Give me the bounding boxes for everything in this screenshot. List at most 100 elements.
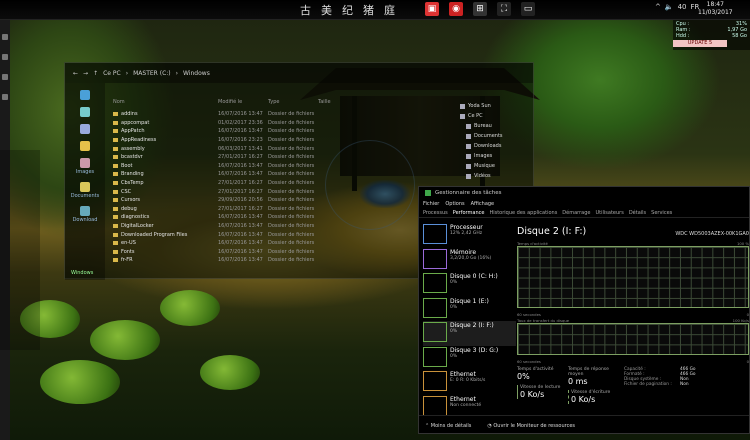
table-row[interactable]: diagnostics 16/07/2016 13:47 Dossier de fi… bbox=[113, 213, 443, 222]
resource-detail: Non connecté bbox=[450, 402, 482, 408]
volume-icon[interactable]: 🔈 bbox=[665, 3, 674, 11]
sidebar-label: Images bbox=[75, 169, 95, 175]
table-row[interactable]: fr-FR 16/07/2016 13:47 Dossier de fichiers bbox=[113, 256, 443, 265]
resource-item[interactable]: Disque 1 (E:) 0% bbox=[423, 297, 516, 322]
tab[interactable]: Services bbox=[651, 210, 672, 216]
sidebar-icon[interactable] bbox=[80, 90, 90, 100]
window-title: Gestionnaire des tâches bbox=[435, 190, 502, 196]
nav-item[interactable]: Images bbox=[460, 151, 535, 161]
table-row[interactable]: Downloaded Program Files 16/07/2016 13:47… bbox=[113, 230, 443, 239]
monitor-icon[interactable]: ▭ bbox=[521, 2, 535, 16]
nav-item[interactable]: Musique bbox=[460, 161, 535, 171]
sidebar-icon[interactable] bbox=[80, 158, 90, 168]
table-row[interactable]: Branding 16/07/2016 13:47 Dossier de fichi… bbox=[113, 170, 443, 179]
resource-list: Processeur 12% 2,42 GHz Mémoire 3,2/20,0 Go… bbox=[423, 223, 516, 419]
file-type: Dossier de fichiers bbox=[268, 223, 315, 230]
nav-item[interactable]: Bureau bbox=[460, 121, 535, 131]
nav-item[interactable]: Documents bbox=[460, 131, 535, 141]
graph-zero: 0 bbox=[746, 312, 749, 317]
tab[interactable]: Démarrage bbox=[562, 210, 590, 216]
less-details-button[interactable]: ⌃ Moins de détails bbox=[425, 423, 471, 429]
store-icon[interactable]: ⛶ bbox=[497, 2, 511, 16]
navigation-pane: Yoda Sun Ce PC Bureau Documents Downloads Ima… bbox=[460, 101, 535, 181]
sidebar-icon[interactable] bbox=[80, 141, 90, 151]
resource-item[interactable]: Mémoire 3,2/20,0 Go (16%) bbox=[423, 248, 516, 273]
resource-item[interactable]: Processeur 12% 2,42 GHz bbox=[423, 223, 516, 248]
folder-icon bbox=[113, 172, 118, 177]
resource-item[interactable]: Disque 0 (C: H:) 0% bbox=[423, 272, 516, 297]
breadcrumb-item[interactable]: Ce PC bbox=[103, 70, 121, 77]
menu-item[interactable]: Fichier bbox=[423, 201, 439, 207]
sidebar-icon[interactable] bbox=[80, 182, 90, 192]
table-row[interactable]: addins 16/07/2016 13:47 Dossier de fichier… bbox=[113, 110, 443, 119]
resource-item[interactable]: Ethernet E: 0 R: 0 Kbits/s bbox=[423, 370, 516, 395]
lotus-leaf bbox=[40, 360, 120, 404]
breadcrumb-item[interactable]: MASTER (C:) bbox=[133, 70, 171, 77]
back-arrow-icon[interactable]: ← bbox=[73, 70, 78, 77]
file-name: CSC bbox=[121, 188, 132, 195]
sidebar-icon[interactable] bbox=[80, 206, 90, 216]
app-icon[interactable]: ◉ bbox=[449, 2, 463, 16]
tab[interactable]: Performance bbox=[453, 210, 485, 216]
nav-icon bbox=[466, 133, 471, 139]
up-arrow-icon[interactable]: ↑ bbox=[93, 70, 98, 77]
table-row[interactable]: en-US 16/07/2016 13:47 Dossier de fichiers bbox=[113, 239, 443, 248]
forward-arrow-icon[interactable]: → bbox=[83, 70, 88, 77]
app-icon[interactable]: ▣ bbox=[425, 2, 439, 16]
glyph-item[interactable]: 猪 bbox=[363, 2, 374, 18]
glyph-item[interactable]: 庭 bbox=[384, 2, 395, 18]
file-date: 16/07/2016 13:47 bbox=[218, 128, 263, 135]
table-row[interactable]: debug 27/01/2017 16:27 Dossier de fichiers bbox=[113, 205, 443, 214]
table-row[interactable]: appcompat 01/02/2017 23:36 Dossier de fich… bbox=[113, 119, 443, 128]
windows-icon[interactable]: ⊞ bbox=[473, 2, 487, 16]
open-resource-monitor-link[interactable]: ◔ Ouvrir le Moniteur de ressources bbox=[487, 423, 575, 429]
file-name: AppReadiness bbox=[121, 137, 157, 144]
sidebar-icon[interactable] bbox=[80, 107, 90, 117]
table-row[interactable]: DigitalLocker 16/07/2016 13:47 Dossier de … bbox=[113, 222, 443, 231]
disk-model: WDC WD5003AZEX-00K1GA0 bbox=[675, 231, 749, 237]
nav-item[interactable]: Yoda Sun bbox=[460, 101, 535, 111]
menu-item[interactable]: Options bbox=[445, 201, 464, 207]
tab[interactable]: Historique des applications bbox=[489, 210, 557, 216]
nav-item[interactable]: Ce PC bbox=[460, 111, 535, 121]
address-bar[interactable]: ← → ↑ Ce PC › MASTER (C:) › Windows bbox=[65, 63, 533, 83]
resource-detail: 3,2/20,0 Go (16%) bbox=[450, 255, 492, 261]
taskbar-icons: ▣ ◉ ⊞ ⛶ ▭ bbox=[425, 2, 535, 16]
table-row[interactable]: bcastdvr 27/01/2017 16:27 Dossier de fichi… bbox=[113, 153, 443, 162]
file-type: Dossier de fichiers bbox=[268, 240, 315, 247]
sidebar-icon[interactable] bbox=[80, 124, 90, 134]
glyph-item[interactable]: 纪 bbox=[342, 2, 353, 18]
nav-item[interactable]: Downloads bbox=[460, 141, 535, 151]
resource-item[interactable]: Disque 2 (I: F:) 0% bbox=[423, 321, 516, 346]
table-row[interactable]: CSC 27/01/2017 16:27 Dossier de fichiers bbox=[113, 187, 443, 196]
resource-item[interactable]: Disque 3 (D: G:) 0% bbox=[423, 346, 516, 371]
table-row[interactable]: Cursors 29/09/2016 20:56 Dossier de fichie… bbox=[113, 196, 443, 205]
table-row[interactable]: Boot 16/07/2016 13:47 Dossier de fichiers bbox=[113, 162, 443, 171]
property-value: Non bbox=[680, 382, 689, 387]
table-row[interactable]: AppReadiness 16/07/2016 23:23 Dossier de f… bbox=[113, 136, 443, 145]
graph-zero: 0 bbox=[746, 359, 749, 364]
column-header[interactable]: Nom bbox=[113, 99, 218, 105]
file-name: appcompat bbox=[121, 119, 150, 126]
column-header[interactable]: Taille bbox=[318, 99, 368, 105]
glyph-item[interactable]: 古 bbox=[300, 2, 311, 18]
column-header[interactable]: Type bbox=[268, 99, 318, 105]
column-header[interactable]: Modifié le bbox=[218, 99, 268, 105]
chevron-up-icon[interactable]: ^ bbox=[655, 3, 661, 11]
table-row[interactable]: Fonts 16/07/2016 13:47 Dossier de fichiers bbox=[113, 248, 443, 257]
nav-item[interactable]: Vidéos bbox=[460, 171, 535, 181]
tab[interactable]: Utilisateurs bbox=[596, 210, 624, 216]
tab[interactable]: Processus bbox=[423, 210, 448, 216]
table-row[interactable]: assembly 06/03/2017 13:41 Dossier de fichi… bbox=[113, 144, 443, 153]
tab[interactable]: Détails bbox=[629, 210, 646, 216]
active-time-graph bbox=[517, 246, 749, 308]
file-type: Dossier de fichiers bbox=[268, 180, 315, 187]
resource-name: Disque 3 (D: G:) bbox=[450, 346, 499, 354]
glyph-item[interactable]: 美 bbox=[321, 2, 332, 18]
breadcrumb-item[interactable]: Windows bbox=[183, 70, 210, 77]
task-manager-window: Gestionnaire des tâches Fichier Options … bbox=[418, 186, 750, 434]
table-row[interactable]: AppPatch 16/07/2016 13:47 Dossier de fichi… bbox=[113, 127, 443, 136]
clock[interactable]: 18:47 11/03/2017 bbox=[698, 1, 733, 17]
table-row[interactable]: CbsTemp 27/01/2017 16:27 Dossier de fichie… bbox=[113, 179, 443, 188]
menu-item[interactable]: Affichage bbox=[471, 201, 495, 207]
